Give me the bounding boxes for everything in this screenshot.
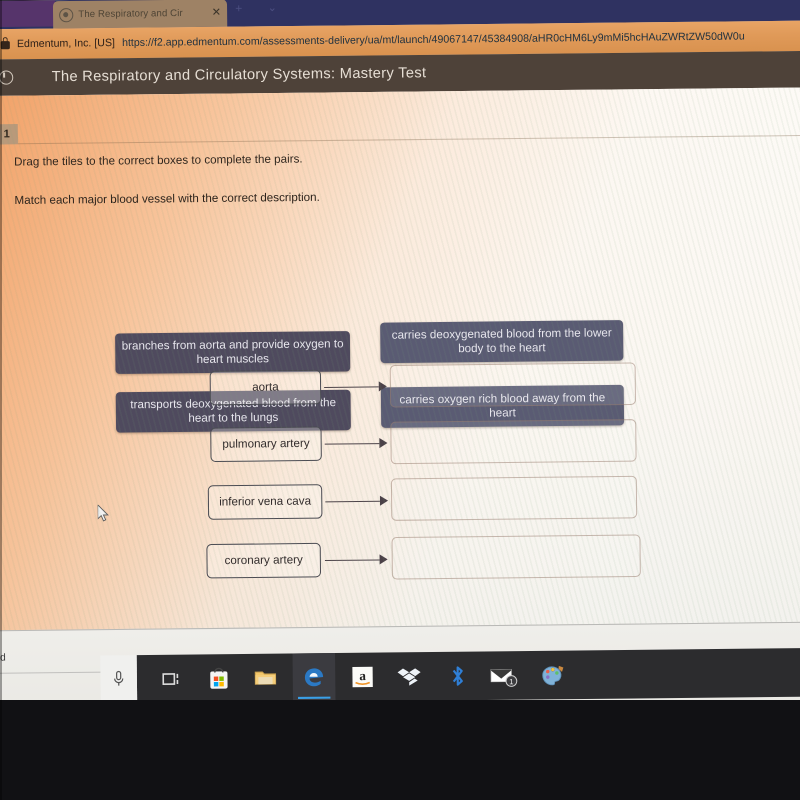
- window-left-corner: [0, 0, 56, 28]
- microsoft-store-icon[interactable]: [209, 667, 229, 689]
- taskbar-search-area[interactable]: [100, 655, 138, 705]
- mouse-cursor: [97, 504, 109, 522]
- drop-target[interactable]: [390, 475, 638, 521]
- microsoft-edge-icon[interactable]: [302, 665, 327, 690]
- taskbar-item-microsoft-edge[interactable]: [292, 653, 336, 703]
- monitor-screen-area: The Respiratory and Cir ✕ + ⌄ Edmentum, …: [0, 0, 800, 728]
- match-label: pulmonary artery: [210, 426, 322, 463]
- divider: [17, 135, 800, 145]
- arrow-icon: [324, 381, 387, 392]
- photo-of-screen: The Respiratory and Cir ✕ + ⌄ Edmentum, …: [0, 0, 800, 800]
- taskbar-item-mail[interactable]: 1: [483, 651, 526, 700]
- question-number-badge: 1: [0, 124, 18, 145]
- draggable-tile[interactable]: carries deoxygenated blood from the lowe…: [380, 320, 624, 364]
- taskbar-item-microsoft-store[interactable]: [197, 654, 240, 703]
- arrow-icon: [324, 554, 388, 565]
- taskbar-item-paint-3d[interactable]: [531, 651, 574, 700]
- site-identity-label: Edmentum, Inc. [US]: [16, 36, 116, 51]
- drop-target[interactable]: [390, 419, 637, 465]
- screen-left-edge: [0, 0, 2, 800]
- match-label: coronary artery: [206, 542, 322, 579]
- drop-target[interactable]: [391, 534, 641, 580]
- instruction-line-2: Match each major blood vessel with the c…: [14, 191, 320, 208]
- match-label: inferior vena cava: [207, 484, 323, 520]
- paint-3d-icon[interactable]: [540, 663, 567, 688]
- browser-tab-title: The Respiratory and Cir: [78, 7, 183, 21]
- task-view-icon[interactable]: [162, 671, 182, 687]
- new-tab-button[interactable]: +: [235, 1, 242, 15]
- taskbar-item-task-view[interactable]: [151, 655, 194, 704]
- assessment-content: 1 Drag the tiles to the correct boxes to…: [0, 87, 800, 631]
- svg-text:a: a: [359, 668, 366, 683]
- lock-icon: [0, 41, 10, 50]
- cortana-microphone-icon[interactable]: [112, 669, 126, 689]
- arrow-icon: [324, 437, 388, 449]
- drop-target[interactable]: [389, 362, 637, 408]
- taskbar-item-amazon[interactable]: a: [341, 653, 384, 702]
- mail-badge-count: 1: [509, 677, 513, 686]
- bluetooth-icon[interactable]: [449, 664, 465, 688]
- arrow-icon: [325, 495, 389, 507]
- taskbar-item-dropbox[interactable]: [388, 652, 431, 701]
- draggable-tile[interactable]: branches from aorta and provide oxygen t…: [115, 331, 351, 374]
- browser-tab[interactable]: The Respiratory and Cir ✕: [52, 0, 228, 29]
- page-title: The Respiratory and Circulatory Systems:…: [51, 65, 427, 86]
- dropbox-icon[interactable]: [397, 665, 422, 688]
- taskbar-item-bluetooth[interactable]: [436, 652, 479, 701]
- edge-favicon: [59, 7, 74, 22]
- instruction-line-1: Drag the tiles to the correct boxes to c…: [14, 153, 303, 169]
- match-label: aorta: [209, 369, 322, 406]
- close-icon[interactable]: ✕: [212, 7, 221, 19]
- file-explorer-icon[interactable]: [253, 668, 277, 688]
- url-text: https://f2.app.edmentum.com/assessments-…: [121, 30, 745, 50]
- mail-icon[interactable]: 1: [489, 663, 520, 688]
- monitor-bezel: [0, 700, 800, 800]
- taskbar-item-file-explorer[interactable]: [244, 654, 287, 703]
- amazon-icon[interactable]: a: [350, 665, 375, 690]
- chevron-down-icon[interactable]: ⌄: [267, 2, 276, 14]
